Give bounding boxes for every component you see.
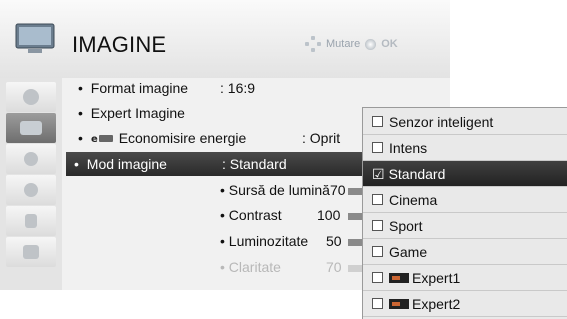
- move-arrows-icon: [305, 36, 321, 52]
- option-label: Cinema: [389, 191, 438, 208]
- option-smart-sensor[interactable]: Senzor inteligent: [363, 109, 567, 135]
- option-expert1[interactable]: Expert1: [363, 265, 567, 291]
- energy-label: Economisire energie: [118, 130, 247, 146]
- contrast-value: 100: [317, 207, 341, 223]
- menu-item-expert[interactable]: Expert Imagine: [78, 105, 185, 121]
- ok-button-icon: [365, 38, 377, 50]
- clock-icon: [24, 183, 38, 197]
- checkbox-icon: [372, 194, 383, 205]
- contrast-label: • Contrast: [220, 207, 282, 223]
- setup-icon: [23, 89, 39, 105]
- option-label: Expert1: [412, 269, 461, 286]
- checkbox-icon: [372, 298, 383, 309]
- option-label: Senzor inteligent: [389, 113, 494, 130]
- navigation-hint: Mutare OK: [305, 36, 398, 52]
- checkbox-icon: [372, 246, 383, 257]
- checkbox-icon: [372, 142, 383, 153]
- expert-film-icon: [389, 298, 409, 309]
- checkmark-icon: ☑: [372, 165, 385, 182]
- brightness-label: • Luminozitate: [220, 233, 309, 249]
- speaker-icon: [24, 152, 38, 166]
- checkbox-icon: [372, 116, 383, 127]
- backlight-value: 70: [330, 182, 346, 198]
- expert-film-icon: [389, 272, 409, 283]
- sidebar-item-picture[interactable]: [6, 113, 56, 143]
- menu-item-format[interactable]: Format imagine: [78, 80, 188, 96]
- expert-label: Expert Imagine: [90, 105, 185, 121]
- checkbox-icon: [372, 272, 383, 283]
- sidebar-item-lock[interactable]: [6, 206, 56, 236]
- option-label: Expert2: [412, 295, 461, 312]
- option-game[interactable]: Game: [363, 239, 567, 265]
- picture-mode-value: : Standard: [222, 156, 287, 172]
- picture-mode-dropdown: Senzor inteligent Intens ☑ Standard Cine…: [362, 107, 567, 319]
- option-sport[interactable]: Sport: [363, 213, 567, 239]
- option-label: Sport: [389, 217, 423, 234]
- option-standard[interactable]: ☑ Standard: [363, 161, 567, 187]
- lock-icon: [25, 214, 37, 228]
- format-value: : 16:9: [220, 80, 256, 96]
- option-expert2[interactable]: Expert2: [363, 291, 567, 317]
- checkbox-icon: [372, 220, 383, 231]
- sidebar-item-audio[interactable]: [6, 144, 56, 174]
- title-bar: IMAGINE Mutare OK: [0, 0, 450, 78]
- option-label: Intens: [389, 139, 428, 156]
- picture-icon: [20, 121, 42, 135]
- hint-ok-label: OK: [381, 38, 398, 50]
- category-sidebar: [0, 78, 62, 290]
- hint-move-label: Mutare: [326, 38, 361, 50]
- sidebar-item-time[interactable]: [6, 175, 56, 205]
- energy-value: : Oprit: [302, 130, 341, 146]
- picture-mode-label: Mod imagine: [86, 156, 167, 172]
- backlight-label: • Sursă de lumină: [220, 182, 330, 198]
- option-label: Standard: [388, 165, 446, 182]
- tv-icon: [15, 23, 55, 53]
- sharpness-label: • Claritate: [220, 259, 281, 275]
- option-label: Game: [389, 243, 428, 260]
- sharpness-value: 70: [326, 259, 342, 275]
- sidebar-item-option[interactable]: [6, 237, 56, 267]
- menu-item-energy[interactable]: e Economisire energie: [78, 130, 247, 146]
- sidebar-item-setup[interactable]: [6, 82, 56, 112]
- svg-text:e: e: [91, 134, 98, 144]
- option-cinema[interactable]: Cinema: [363, 187, 567, 213]
- option-vivid[interactable]: Intens: [363, 135, 567, 161]
- option-icon: [23, 245, 39, 259]
- page-title: IMAGINE: [72, 32, 167, 57]
- format-label: Format imagine: [90, 80, 189, 96]
- brightness-value: 50: [326, 233, 342, 249]
- energy-saving-icon: e: [91, 134, 113, 145]
